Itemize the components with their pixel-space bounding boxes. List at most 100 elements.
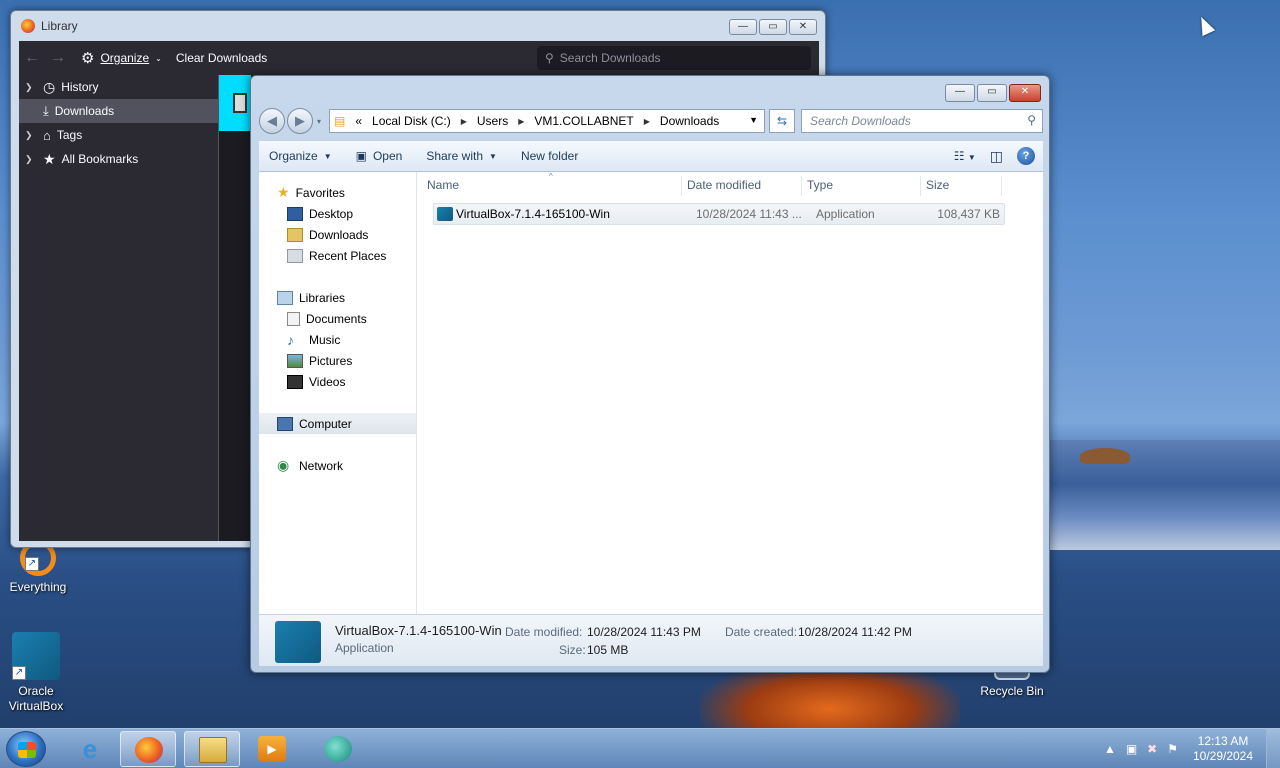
library-toolbar: ← → ⚙ Organize ⌄ Clear Downloads ⚲ Searc… (19, 41, 819, 75)
column-divider[interactable] (920, 176, 921, 196)
chevron-down-icon: ⌄ (155, 53, 162, 63)
breadcrumb-users[interactable]: Users (477, 114, 508, 128)
library-search-input[interactable]: ⚲ Search Downloads (537, 46, 811, 70)
tree-item-all-bookmarks[interactable]: ❯ ★ All Bookmarks (19, 147, 218, 171)
nav-network[interactable]: ◉ Network (259, 455, 416, 476)
star-icon: ★ (43, 150, 56, 167)
breadcrumb-downloads[interactable]: Downloads (660, 114, 719, 128)
close-button[interactable]: ✕ (789, 19, 817, 35)
maximize-button[interactable]: ▭ (977, 84, 1007, 102)
tree-item-downloads[interactable]: ⤓ Downloads (19, 99, 218, 123)
explorer-search-input[interactable]: Search Downloads ⚲ (801, 109, 1043, 133)
back-button[interactable]: ◀ (259, 108, 285, 134)
clear-downloads-label: Clear Downloads (175, 51, 268, 65)
expand-arrow-icon[interactable]: ❯ (25, 154, 37, 165)
explorer-window[interactable]: — ▭ ✕ ◀ ▶ ▾ ▤ « Local Disk (C:) ▶ Users … (250, 75, 1050, 673)
tree-item-label: Downloads (54, 104, 115, 118)
share-with-button[interactable]: Share with ▼ (414, 149, 509, 163)
star-icon: ★ (277, 184, 290, 200)
forward-button[interactable]: ▶ (287, 108, 313, 134)
new-folder-button[interactable]: New folder (509, 149, 590, 163)
desktop-icon-everything[interactable]: ↗ Everything (2, 540, 74, 594)
expand-arrow-icon[interactable]: ❯ (25, 130, 37, 141)
nav-libraries[interactable]: Libraries (259, 287, 416, 308)
minimize-button[interactable]: — (729, 19, 757, 35)
breadcrumb-local-disk[interactable]: Local Disk (C:) (372, 114, 451, 128)
libraries-icon (277, 290, 293, 305)
file-icon (233, 93, 247, 113)
nav-favorites[interactable]: ★ Favorites (259, 182, 416, 203)
taskbar-media-player[interactable]: ▶ (244, 731, 300, 767)
details-modified-label: Date modified: (505, 625, 583, 639)
column-header-type[interactable]: Type (807, 172, 833, 198)
breadcrumb-overflow[interactable]: « (355, 114, 362, 128)
column-header-name[interactable]: Name (427, 172, 459, 198)
breadcrumb-separator-icon[interactable]: ▶ (461, 117, 467, 126)
desktop-icon-virtualbox[interactable]: ↗ Oracle VirtualBox (0, 632, 72, 714)
nav-videos[interactable]: Videos (259, 371, 416, 392)
column-divider[interactable] (1001, 176, 1002, 196)
chat-app-icon (324, 736, 352, 762)
taskbar-firefox[interactable] (120, 731, 176, 767)
minimize-button[interactable]: — (945, 84, 975, 102)
library-titlebar[interactable]: Library (11, 11, 825, 41)
internet-explorer-icon: e (82, 734, 98, 764)
desktop-icon-label: Oracle VirtualBox (8, 684, 64, 713)
expand-arrow-icon[interactable]: ❯ (25, 82, 37, 93)
clock[interactable]: 12:13 AM 10/29/2024 (1188, 734, 1258, 764)
recent-pages-dropdown[interactable]: ▾ (317, 117, 321, 126)
show-desktop-button[interactable] (1266, 729, 1280, 768)
breadcrumb-user-folder[interactable]: VM1.COLLABNET (534, 114, 633, 128)
preview-pane-icon[interactable]: ◫ (990, 148, 1003, 165)
column-divider[interactable] (801, 176, 802, 196)
table-row[interactable]: VirtualBox-7.1.4-165100-Win 10/28/2024 1… (433, 203, 1005, 225)
organize-button[interactable]: Organize ▼ (259, 149, 344, 163)
network-status-icon[interactable]: ▣ (1126, 742, 1137, 756)
help-icon[interactable]: ? (1017, 147, 1035, 165)
taskbar-chat-app[interactable] (310, 731, 366, 767)
volume-muted-icon[interactable]: ✖ (1147, 742, 1157, 756)
tree-item-history[interactable]: ❯ ◷ History (19, 75, 218, 99)
refresh-button[interactable]: ⇆ (769, 109, 795, 133)
taskbar-internet-explorer[interactable]: e (62, 731, 118, 767)
column-label: Date modified (687, 178, 762, 192)
nav-recent-places[interactable]: Recent Places (259, 245, 416, 266)
downloads-folder-icon (287, 227, 303, 242)
clock-date: 10/29/2024 (1192, 749, 1254, 763)
pictures-icon (287, 353, 303, 368)
nav-music[interactable]: ♪ Music (259, 329, 416, 350)
virtualbox-installer-icon (437, 207, 453, 221)
open-button[interactable]: ▣ Open (344, 149, 415, 163)
details-size-value: 105 MB (587, 643, 629, 657)
search-icon[interactable]: ⚲ (1027, 113, 1036, 127)
nav-documents[interactable]: Documents (259, 308, 416, 329)
forward-arrow-icon[interactable]: → (45, 49, 71, 67)
action-center-flag-icon[interactable]: ⚑ (1167, 742, 1178, 756)
close-button[interactable]: ✕ (1009, 84, 1041, 102)
download-icon: ⤓ (43, 103, 49, 118)
column-header-date-modified[interactable]: Date modified (687, 172, 761, 198)
column-divider[interactable] (681, 176, 682, 196)
download-item-highlight[interactable] (219, 75, 251, 131)
breadcrumb-separator-icon[interactable]: ▶ (644, 117, 650, 126)
chevron-down-icon[interactable]: ▼ (749, 115, 758, 125)
maximize-button[interactable]: ▭ (759, 19, 787, 35)
details-file-name: VirtualBox-7.1.4-165100-Win (335, 623, 502, 638)
nav-downloads[interactable]: Downloads (259, 224, 416, 245)
view-options-icon[interactable]: ☷ ▼ (954, 149, 976, 163)
show-hidden-icons-icon[interactable]: ▲ (1104, 742, 1116, 756)
tree-item-tags[interactable]: ❯ ⌂ Tags (19, 123, 218, 147)
details-created-label: Date created: (725, 625, 798, 639)
nav-desktop[interactable]: Desktop (259, 203, 416, 224)
back-arrow-icon[interactable]: ← (19, 49, 45, 67)
breadcrumb-separator-icon[interactable]: ▶ (518, 117, 524, 126)
nav-pictures[interactable]: Pictures (259, 350, 416, 371)
tag-icon: ⌂ (43, 127, 51, 143)
column-header-size[interactable]: Size (926, 172, 949, 198)
organize-button[interactable]: ⚙ Organize ⌄ (81, 49, 162, 67)
start-button[interactable] (6, 731, 46, 767)
address-bar[interactable]: ▤ « Local Disk (C:) ▶ Users ▶ VM1.COLLAB… (329, 109, 765, 133)
taskbar-file-explorer[interactable] (184, 731, 240, 767)
clear-downloads-button[interactable]: Clear Downloads (176, 51, 267, 65)
nav-computer[interactable]: Computer (259, 413, 416, 434)
